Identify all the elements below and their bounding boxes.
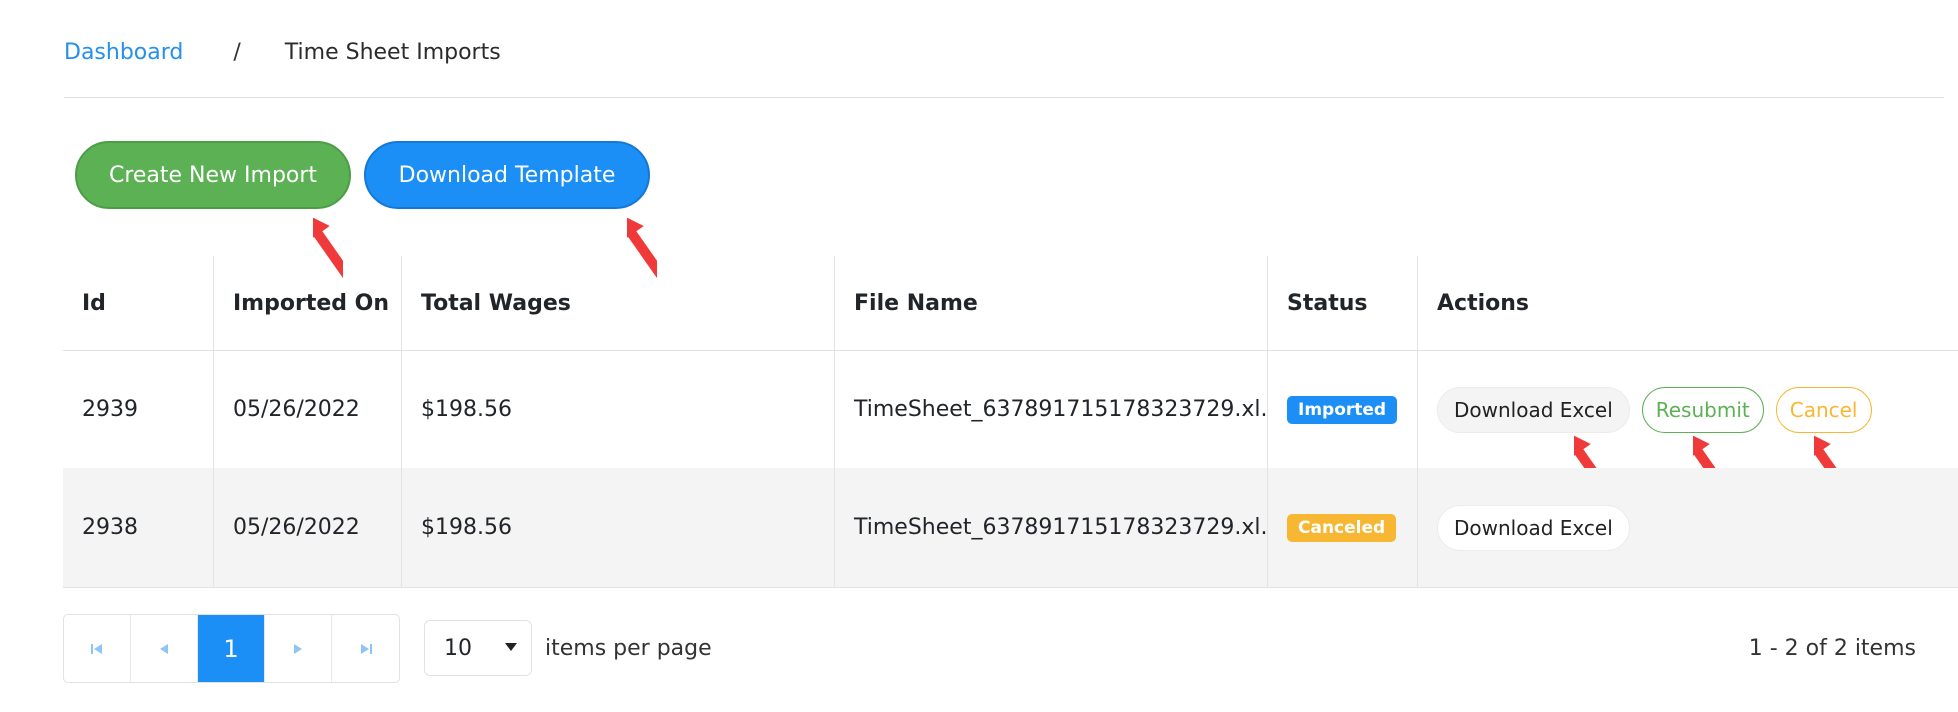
cell-actions: Download Excel	[1418, 468, 1958, 587]
pagination-summary: 1 - 2 of 2 items	[1748, 636, 1916, 661]
create-new-import-button[interactable]: Create New Import	[75, 141, 351, 209]
page-title: Time Sheet Imports	[284, 39, 501, 65]
breadcrumb: Dashboard / Time Sheet Imports	[64, 34, 501, 70]
caret-down-icon	[505, 643, 517, 651]
column-header-actions: Actions	[1437, 290, 1529, 316]
column-header-status[interactable]: Status	[1268, 256, 1418, 350]
prev-page-icon[interactable]	[131, 615, 198, 682]
table-row[interactable]: 2939 05/26/2022 $198.56 TimeSheet_637891…	[63, 350, 1958, 468]
download-excel-button[interactable]: Download Excel	[1437, 386, 1630, 433]
status-badge: Canceled	[1287, 513, 1397, 542]
last-page-icon[interactable]	[332, 615, 399, 682]
column-header-total-wages[interactable]: Total Wages	[402, 256, 835, 350]
cell-file-name: TimeSheet_637891715178323729.xl...	[835, 351, 1268, 468]
cell-imported-on: 05/26/2022	[214, 468, 402, 587]
first-page-icon[interactable]	[64, 615, 131, 682]
download-template-button[interactable]: Download Template	[364, 141, 650, 209]
page-size-value: 10	[444, 635, 472, 661]
page-number-button[interactable]: 1	[198, 615, 265, 682]
cell-id: 2939	[63, 351, 214, 468]
page-size-select[interactable]: 10	[424, 620, 532, 676]
cell-status: Imported	[1268, 351, 1418, 468]
resubmit-button[interactable]: Resubmit	[1641, 386, 1764, 433]
page-size-label: items per page	[545, 636, 712, 661]
table-row[interactable]: 2938 05/26/2022 $198.56 TimeSheet_637891…	[63, 468, 1958, 588]
column-header-imported-on[interactable]: Imported On	[214, 256, 402, 350]
cell-actions: Download Excel Resubmit Cancel	[1418, 351, 1958, 468]
cell-total-wages: $198.56	[402, 351, 835, 468]
breadcrumb-separator: /	[233, 39, 241, 65]
cell-status: Canceled	[1268, 468, 1418, 587]
next-page-icon[interactable]	[265, 615, 332, 682]
breadcrumb-dashboard-link[interactable]: Dashboard	[64, 40, 183, 65]
cell-file-name: TimeSheet_637891715178323729.xl...	[835, 468, 1268, 587]
cell-id: 2938	[63, 468, 214, 587]
column-header-file-name[interactable]: File Name	[835, 256, 1268, 350]
download-excel-button[interactable]: Download Excel	[1437, 504, 1630, 551]
cell-total-wages: $198.56	[402, 468, 835, 587]
breadcrumb-divider	[64, 97, 1944, 98]
pagination: 1	[63, 614, 400, 683]
table-header-row: Id Imported On Total Wages File Name Sta…	[63, 256, 1958, 350]
cell-imported-on: 05/26/2022	[214, 351, 402, 468]
column-header-id[interactable]: Id	[63, 256, 214, 350]
status-badge: Imported	[1287, 395, 1398, 424]
cancel-button[interactable]: Cancel	[1775, 386, 1872, 433]
